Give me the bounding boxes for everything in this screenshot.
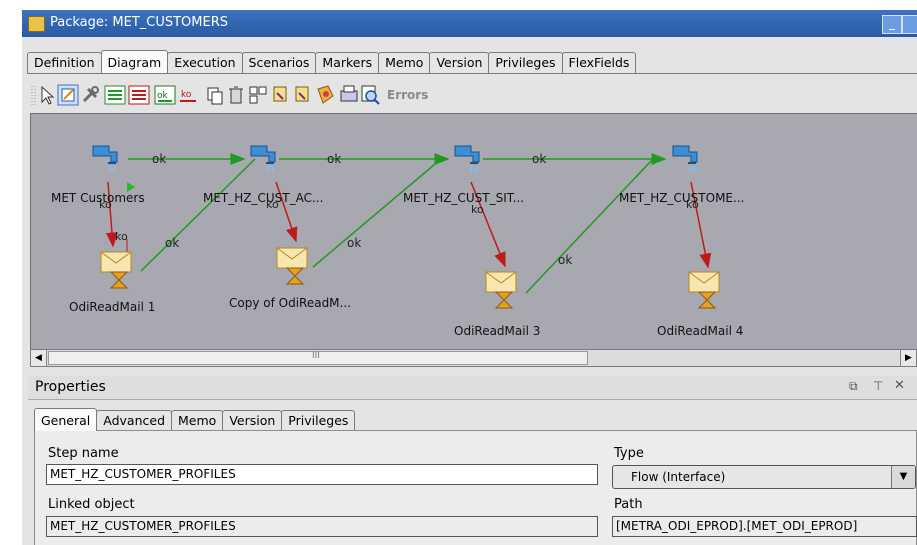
editor-tabs: Definition Diagram Execution Scenarios M… — [27, 50, 637, 73]
copy-icon[interactable] — [207, 87, 223, 105]
close-icon[interactable]: ✕ — [894, 378, 905, 393]
execute-from-icon[interactable] — [295, 86, 309, 102]
ok-label-3: ok — [532, 152, 546, 166]
linked-object-label: Linked object — [48, 497, 135, 512]
interface-step-icon-1[interactable] — [92, 145, 118, 172]
type-select-value: Flow (Interface) — [631, 470, 726, 484]
step-name-label: Step name — [48, 446, 119, 461]
step-label-copy-of-odireadm: Copy of OdiReadM... — [229, 296, 351, 310]
diagram-horizontal-scrollbar[interactable]: ◀ III ▶ — [30, 349, 917, 367]
interface-step-icon-3[interactable] — [454, 145, 480, 172]
step-label-odireadmail-1: OdiReadMail 1 — [69, 300, 155, 314]
svg-text:ko: ko — [181, 90, 192, 100]
tab-prop-memo[interactable]: Memo — [171, 410, 224, 431]
step-label-met-hz-cust-sit: MET_HZ_CUST_SIT... — [403, 191, 524, 205]
properties-tabs: General Advanced Memo Version Privileges — [34, 408, 356, 431]
next-step-ko-icon[interactable] — [128, 85, 150, 105]
scroll-right-icon[interactable]: ▶ — [900, 350, 916, 366]
properties-title: Properties — [35, 379, 106, 395]
ok-label-5: ok — [347, 236, 361, 250]
tab-privileges[interactable]: Privileges — [488, 52, 563, 73]
free-choice-icon[interactable] — [57, 84, 79, 106]
tab-scenarios[interactable]: Scenarios — [241, 52, 317, 73]
window-title-bar: Package: MET_CUSTOMERS _ — [22, 10, 917, 37]
step-label-met-hz-cust-ac: MET_HZ_CUST_AC... — [203, 191, 323, 205]
tab-execution[interactable]: Execution — [167, 52, 243, 73]
type-label: Type — [614, 446, 644, 461]
ok-label-6: ok — [558, 253, 572, 267]
window-title: Package: MET_CUSTOMERS — [50, 15, 229, 30]
linked-object-field: MET_HZ_CUSTOMER_PROFILES — [46, 516, 598, 537]
tab-definition[interactable]: Definition — [27, 52, 102, 73]
maximize-button[interactable] — [902, 15, 917, 34]
tab-flexfields[interactable]: FlexFields — [561, 52, 637, 73]
float-icon[interactable]: ⧉ — [849, 379, 858, 394]
print-icon[interactable] — [340, 85, 358, 102]
step-label-odireadmail-3: OdiReadMail 3 — [454, 324, 540, 338]
tab-markers[interactable]: Markers — [315, 52, 380, 73]
mail-step-icon-3[interactable] — [485, 271, 517, 309]
properties-header: Properties ⧉ ⊤ ✕ — [28, 376, 917, 400]
reorganize-icon[interactable] — [317, 85, 334, 104]
svg-text:ok: ok — [157, 91, 169, 101]
ok-link-mail2-3[interactable] — [312, 158, 442, 268]
tab-general[interactable]: General — [34, 408, 98, 431]
mail-step-icon-1[interactable] — [100, 251, 132, 289]
mail-step-icon-4[interactable] — [688, 271, 720, 309]
pin-icon[interactable]: ⊤ — [873, 379, 883, 393]
tab-memo[interactable]: Memo — [378, 52, 431, 73]
delete-icon[interactable] — [229, 86, 243, 104]
interface-step-icon-4[interactable] — [672, 145, 698, 172]
ko-link-icon[interactable]: ko — [180, 90, 196, 102]
tab-divider — [27, 73, 917, 74]
next-step-ok-icon[interactable] — [104, 85, 126, 105]
execute-step-icon[interactable] — [273, 86, 287, 102]
type-select[interactable]: Flow (Interface) ▼ — [612, 465, 916, 489]
path-field: [METRA_ODI_EPROD].[MET_ODI_EPROD] — [612, 516, 917, 537]
ok-link-mail3-4[interactable] — [525, 158, 654, 294]
ok-label-2: ok — [327, 152, 341, 166]
errors-button[interactable]: Errors — [387, 88, 428, 102]
chevron-down-icon[interactable]: ▼ — [891, 466, 915, 488]
scroll-left-icon[interactable]: ◀ — [31, 350, 47, 366]
select-arrow-icon[interactable] — [41, 85, 55, 105]
diagram-toolbar: ok ko Errors — [28, 81, 917, 110]
ok-label-4: ok — [165, 236, 179, 250]
step-label-odireadmail-4: OdiReadMail 4 — [657, 324, 743, 338]
step-label-met-customers: MET Customers — [51, 191, 145, 205]
mail-step-icon-2[interactable] — [276, 247, 308, 285]
ko-label-1b: ko — [115, 230, 128, 243]
ok-link-icon[interactable]: ok — [154, 85, 176, 105]
package-icon — [28, 16, 45, 32]
tab-diagram[interactable]: Diagram — [100, 50, 169, 73]
ok-label-1: ok — [152, 152, 166, 166]
tab-prop-privileges[interactable]: Privileges — [281, 410, 356, 431]
toolbar-grip — [31, 86, 36, 105]
tab-version[interactable]: Version — [429, 52, 490, 73]
ok-link-mail1-2[interactable] — [140, 158, 256, 272]
tab-prop-version[interactable]: Version — [222, 410, 283, 431]
package-diagram-canvas[interactable]: ok ok ok ok ok ok ko ko ko ko ko MET Cus… — [30, 113, 917, 349]
tab-advanced[interactable]: Advanced — [96, 410, 173, 431]
wrench-icon[interactable] — [82, 86, 99, 103]
minimize-button[interactable]: _ — [882, 15, 902, 34]
step-name-input[interactable]: MET_HZ_CUSTOMER_PROFILES — [46, 464, 598, 485]
duplicate-icon[interactable] — [249, 86, 267, 104]
zoom-icon[interactable] — [361, 85, 380, 105]
scroll-thumb-grip: III — [312, 351, 320, 361]
path-label: Path — [614, 497, 643, 512]
step-label-met-hz-custome: MET_HZ_CUSTOME... — [619, 191, 744, 205]
